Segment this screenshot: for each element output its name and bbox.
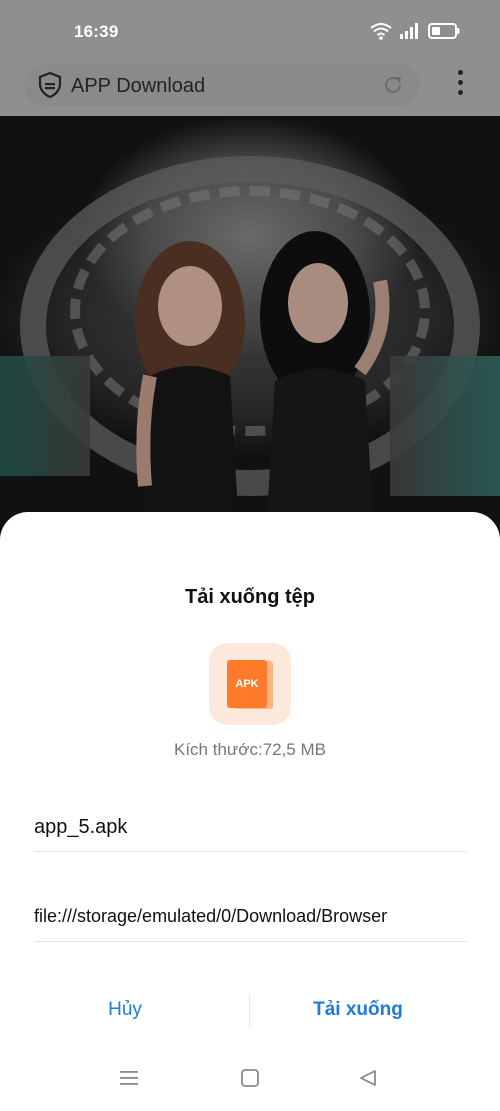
home-icon[interactable] — [239, 1068, 261, 1093]
person-right-image — [260, 231, 390, 536]
cancel-button[interactable]: Hủy — [0, 990, 250, 1030]
screen: 16:39 APP Download Tải xuống tệp APK Kíc… — [0, 0, 500, 1111]
file-size-text: Kích thước:72,5 MB — [174, 740, 326, 759]
more-vert-icon[interactable] — [452, 70, 468, 96]
shield-icon — [38, 71, 62, 103]
status-time: 16:39 — [74, 22, 119, 41]
back-icon[interactable] — [357, 1068, 379, 1093]
page-title: APP Download — [71, 75, 206, 97]
status-bar: 16:39 — [0, 0, 500, 60]
address-bar[interactable]: APP Download — [24, 64, 420, 106]
hero-image — [0, 116, 500, 536]
dialog-title: Tải xuống tệp — [185, 586, 315, 608]
signal-icon — [400, 23, 420, 44]
browser-toolbar: APP Download — [0, 60, 500, 116]
battery-icon — [428, 23, 460, 44]
filename-field[interactable]: app_5.apk — [34, 816, 467, 852]
apk-label: APK — [227, 660, 267, 708]
menu-icon[interactable] — [118, 1068, 140, 1093]
apk-file-icon: APK — [209, 643, 291, 725]
wifi-icon — [370, 22, 392, 45]
download-path-field[interactable]: file:///storage/emulated/0/Download/Brow… — [34, 906, 467, 942]
download-dialog: Tải xuống tệp APK Kích thước:72,5 MB app… — [0, 512, 500, 1111]
download-button[interactable]: Tải xuống — [250, 990, 466, 1030]
navigation-bar — [0, 1046, 500, 1111]
status-icons — [370, 22, 460, 45]
person-left-image — [135, 241, 245, 536]
reload-icon[interactable] — [382, 74, 404, 101]
